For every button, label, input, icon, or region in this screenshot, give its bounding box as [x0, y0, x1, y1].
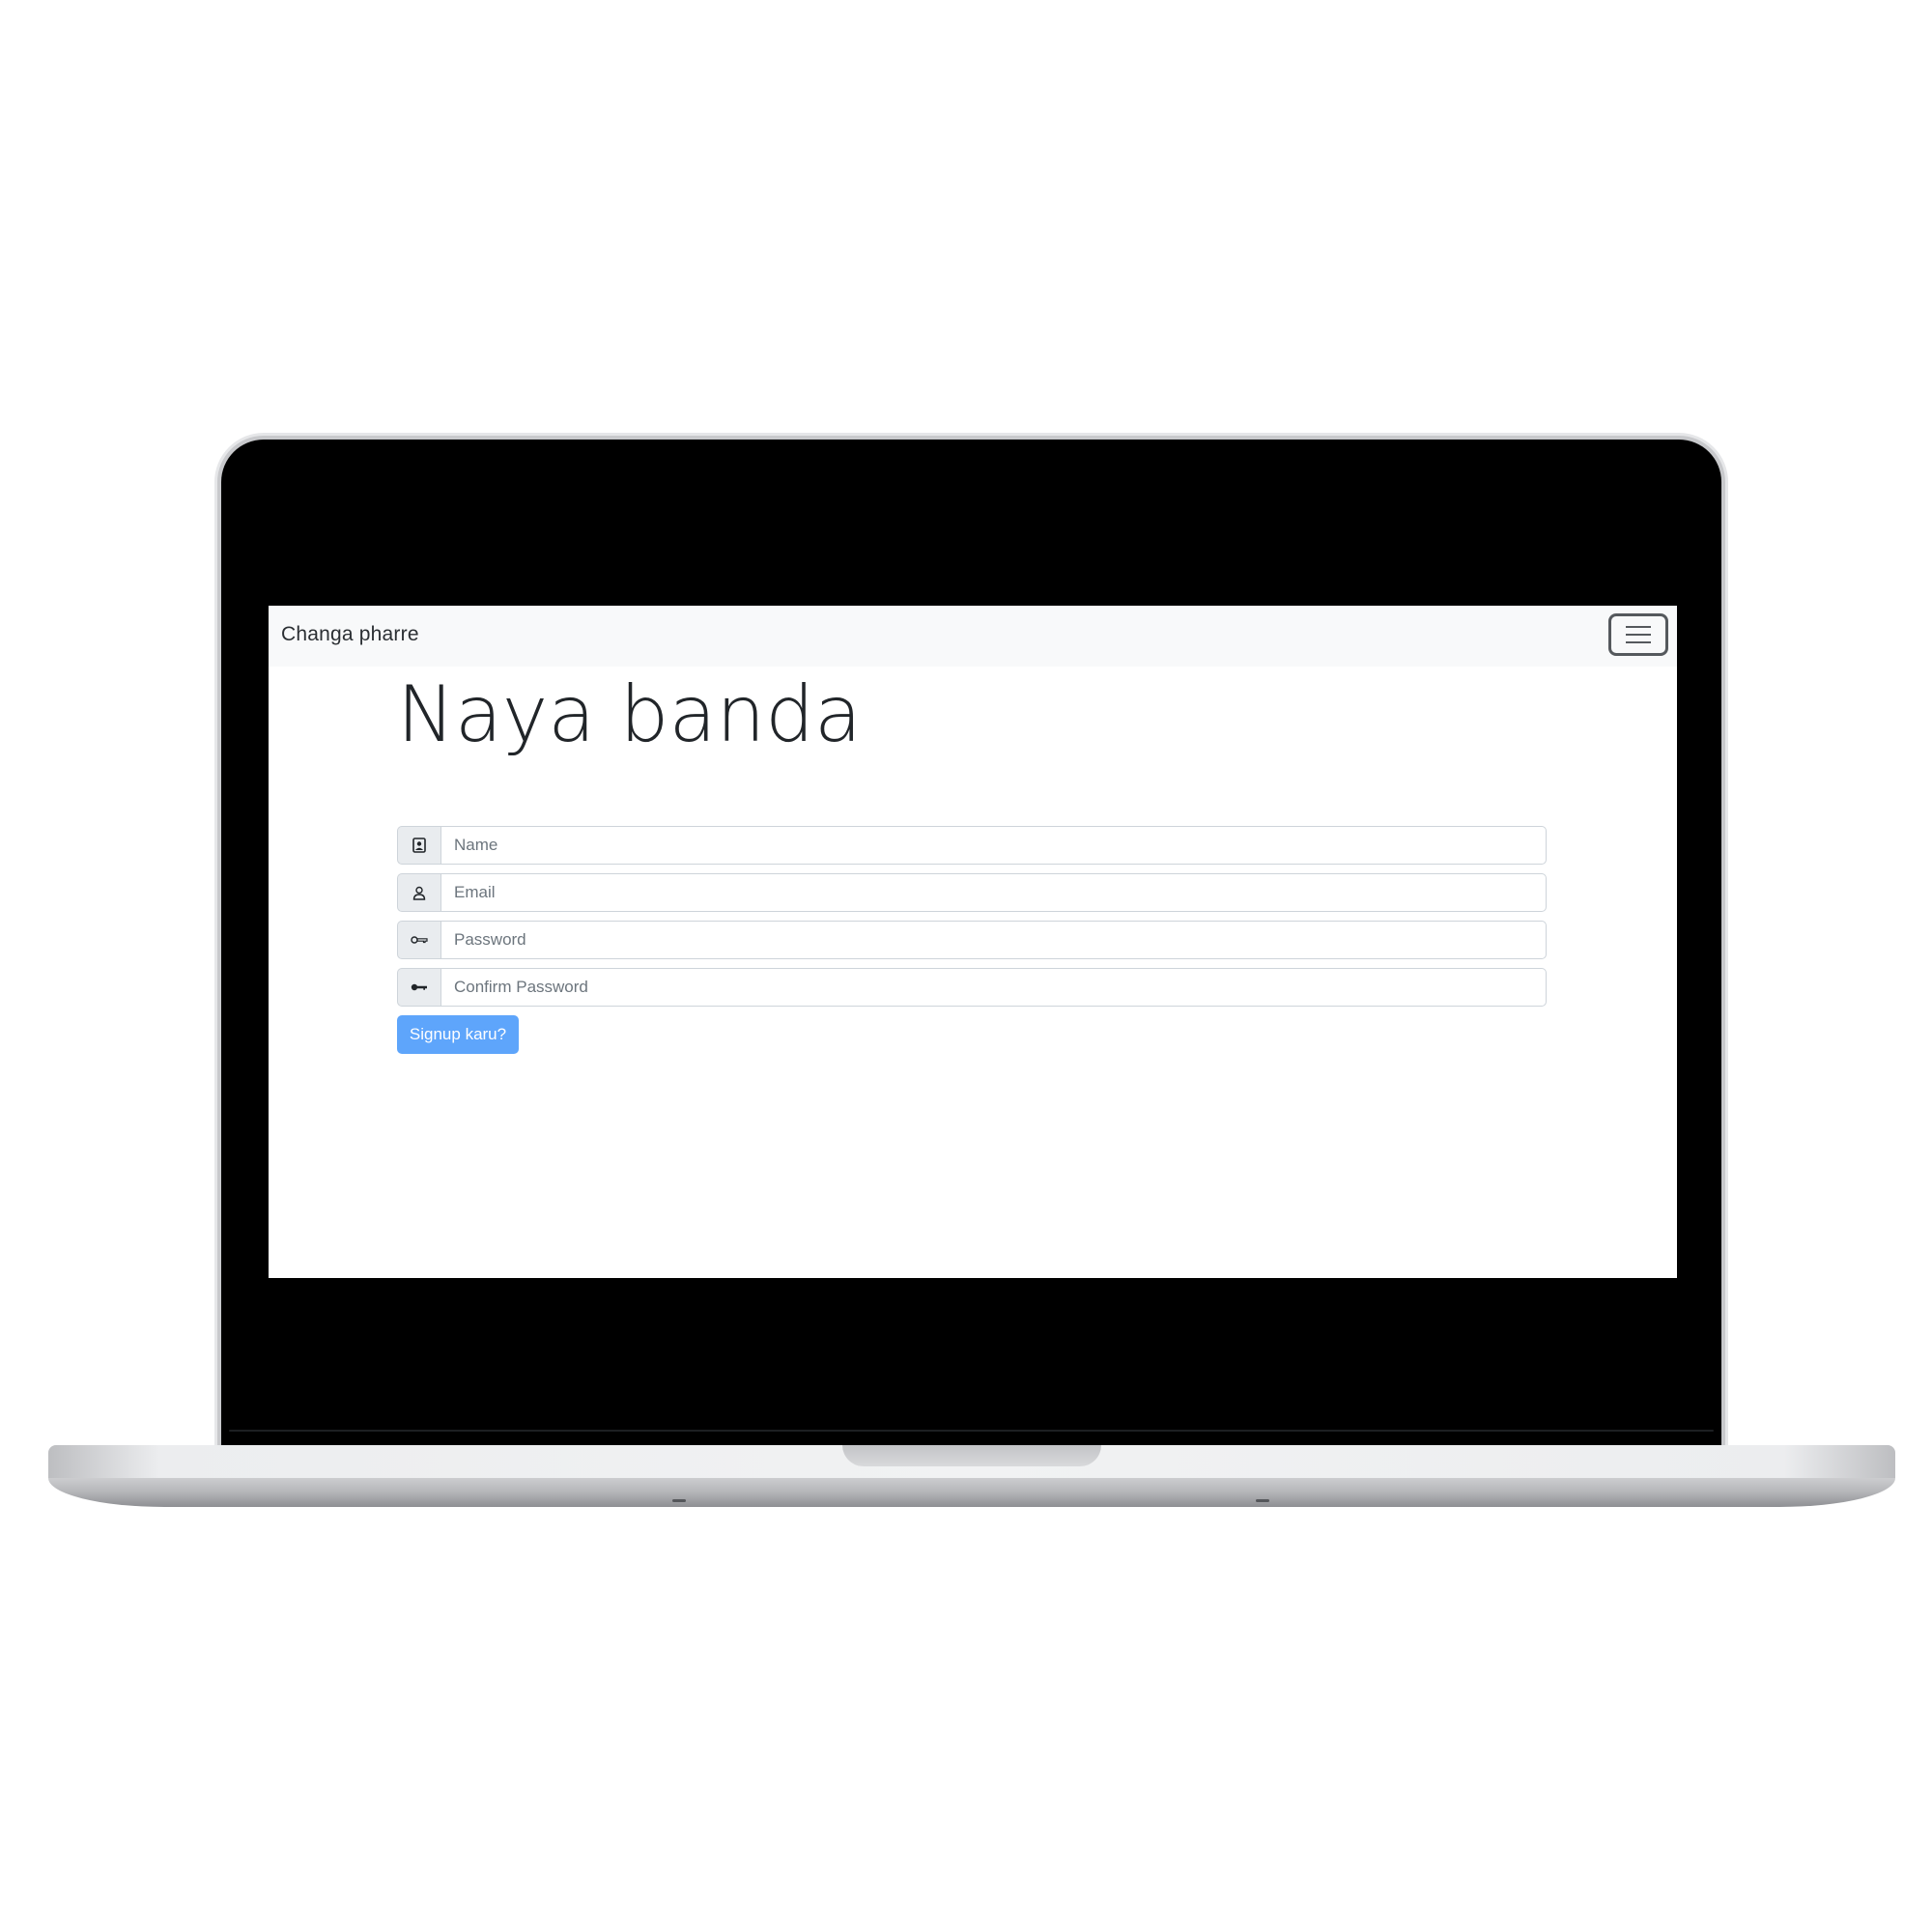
- lid-opening-notch: [842, 1445, 1101, 1466]
- navbar: Changa pharre: [269, 606, 1677, 667]
- hamburger-icon: [1626, 641, 1651, 643]
- email-input-group: [397, 873, 1547, 912]
- laptop-mockup: Changa pharre Naya banda Name Email Sign…: [0, 0, 1932, 1932]
- hamburger-icon: [1626, 634, 1651, 636]
- navbar-toggler-button[interactable]: [1608, 613, 1668, 656]
- person-icon: [397, 873, 440, 912]
- contact-card-icon: [397, 826, 440, 865]
- name-input-group: [397, 826, 1547, 865]
- confirm-password-input-group: [397, 968, 1547, 1007]
- password-input-group: [397, 921, 1547, 959]
- laptop-base: [48, 1445, 1895, 1507]
- navbar-brand[interactable]: Changa pharre: [281, 623, 419, 646]
- name-input[interactable]: [440, 826, 1547, 865]
- password-input[interactable]: [440, 921, 1547, 959]
- confirm-password-input[interactable]: [440, 968, 1547, 1007]
- key-outline-icon: [397, 921, 440, 959]
- page-title: Naya banda: [397, 669, 862, 759]
- app-screen: Changa pharre Naya banda Name Email Sign…: [269, 606, 1677, 1278]
- hamburger-icon: [1626, 626, 1651, 628]
- key-filled-icon: [397, 968, 440, 1007]
- signup-button[interactable]: Signup karu?: [397, 1015, 519, 1054]
- email-input[interactable]: [440, 873, 1547, 912]
- laptop-foot: [1256, 1499, 1269, 1502]
- lid-edge: [229, 1430, 1714, 1432]
- laptop-foot: [672, 1499, 686, 1502]
